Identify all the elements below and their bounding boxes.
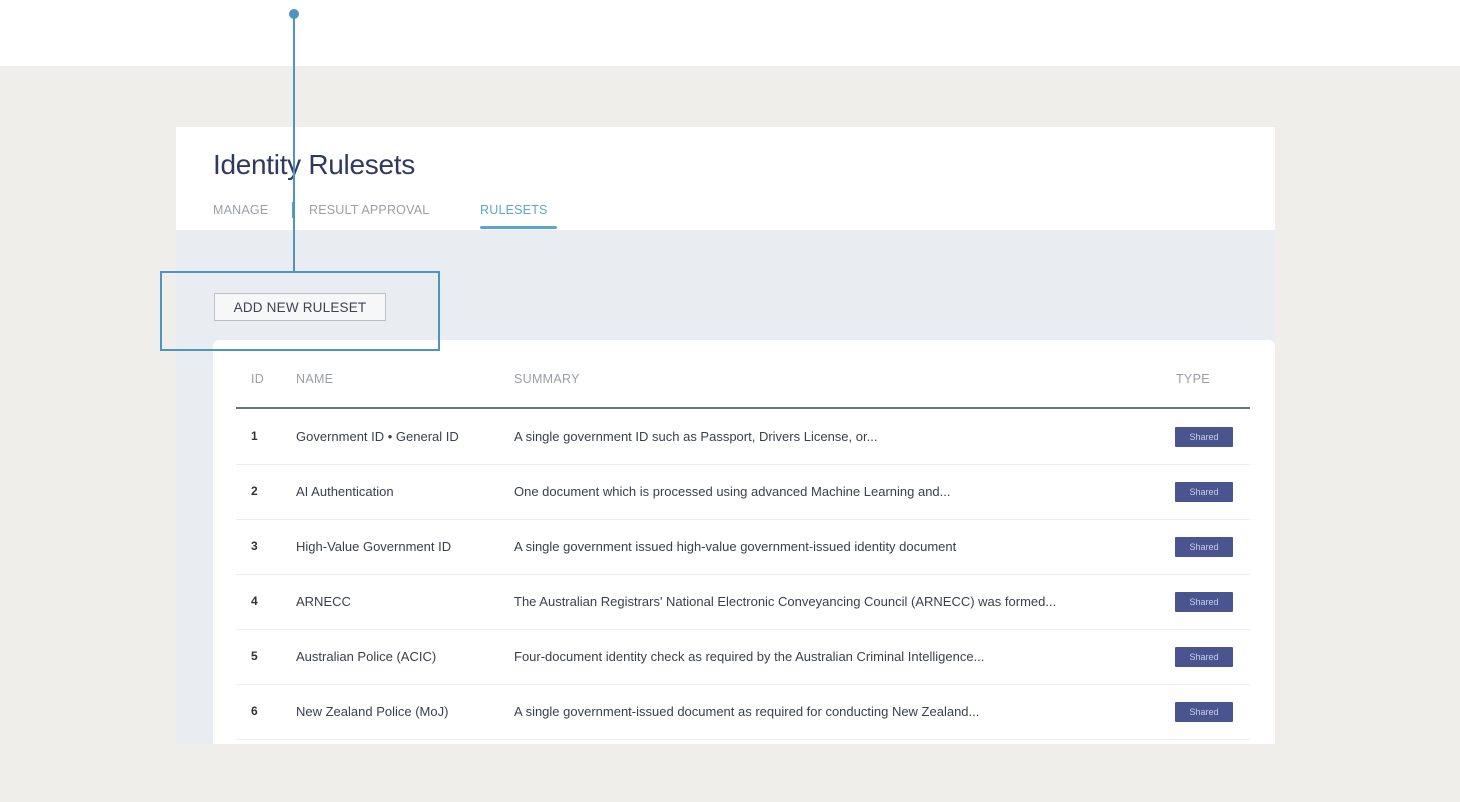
- row-id: 4: [251, 594, 258, 608]
- table-row[interactable]: 3 High-Value Government ID A single gove…: [236, 519, 1250, 575]
- callout-highlight-box: [160, 271, 440, 351]
- tab-rulesets[interactable]: RULESETS: [480, 203, 548, 217]
- panel-header: Identity Rulesets MANAGE RESULT APPROVAL…: [176, 127, 1275, 230]
- row-name[interactable]: AI Authentication: [296, 484, 394, 499]
- table-row[interactable]: 6 New Zealand Police (MoJ) A single gove…: [236, 684, 1250, 740]
- row-name[interactable]: New Zealand Police (MoJ): [296, 704, 448, 719]
- callout-line: [293, 13, 295, 271]
- row-summary: One document which is processed using ad…: [514, 484, 951, 499]
- active-tab-indicator: [480, 226, 557, 229]
- type-badge: Shared: [1175, 482, 1233, 502]
- page-title: Identity Rulesets: [213, 149, 415, 180]
- column-header-summary[interactable]: SUMMARY: [514, 372, 580, 386]
- rulesets-panel: Identity Rulesets MANAGE RESULT APPROVAL…: [176, 127, 1275, 744]
- rulesets-table: ID NAME SUMMARY TYPE 1 Government ID • G…: [213, 340, 1275, 744]
- table-row[interactable]: 5 Australian Police (ACIC) Four-document…: [236, 629, 1250, 685]
- table-row[interactable]: 1 Government ID • General ID A single go…: [236, 409, 1250, 465]
- row-summary: A single government ID such as Passport,…: [514, 429, 878, 444]
- type-badge: Shared: [1175, 537, 1233, 557]
- row-id: 5: [251, 649, 258, 663]
- type-badge: Shared: [1175, 702, 1233, 722]
- row-id: 2: [251, 484, 258, 498]
- row-id: 1: [251, 429, 258, 443]
- type-badge: Shared: [1175, 427, 1233, 447]
- column-header-id[interactable]: ID: [251, 372, 264, 386]
- table-row[interactable]: 2 AI Authentication One document which i…: [236, 464, 1250, 520]
- row-id: 3: [251, 539, 258, 553]
- type-badge: Shared: [1175, 592, 1233, 612]
- type-badge: Shared: [1175, 647, 1233, 667]
- column-header-type[interactable]: TYPE: [1176, 372, 1210, 386]
- table-row[interactable]: 4 ARNECC The Australian Registrars' Nati…: [236, 574, 1250, 630]
- row-summary: A single government issued high-value go…: [514, 539, 957, 554]
- column-header-name[interactable]: NAME: [296, 372, 333, 386]
- row-name[interactable]: Australian Police (ACIC): [296, 649, 436, 664]
- row-summary: A single government-issued document as r…: [514, 704, 980, 719]
- callout-dot: [289, 9, 299, 19]
- tab-manage[interactable]: MANAGE: [213, 203, 268, 217]
- row-summary: Four-document identity check as required…: [514, 649, 985, 664]
- row-name[interactable]: High-Value Government ID: [296, 539, 451, 554]
- row-name[interactable]: Government ID • General ID: [296, 429, 459, 444]
- row-name[interactable]: ARNECC: [296, 594, 351, 609]
- tab-result-approval[interactable]: RESULT APPROVAL: [309, 203, 429, 217]
- row-summary: The Australian Registrars' National Elec…: [514, 594, 1057, 609]
- row-id: 6: [251, 704, 258, 718]
